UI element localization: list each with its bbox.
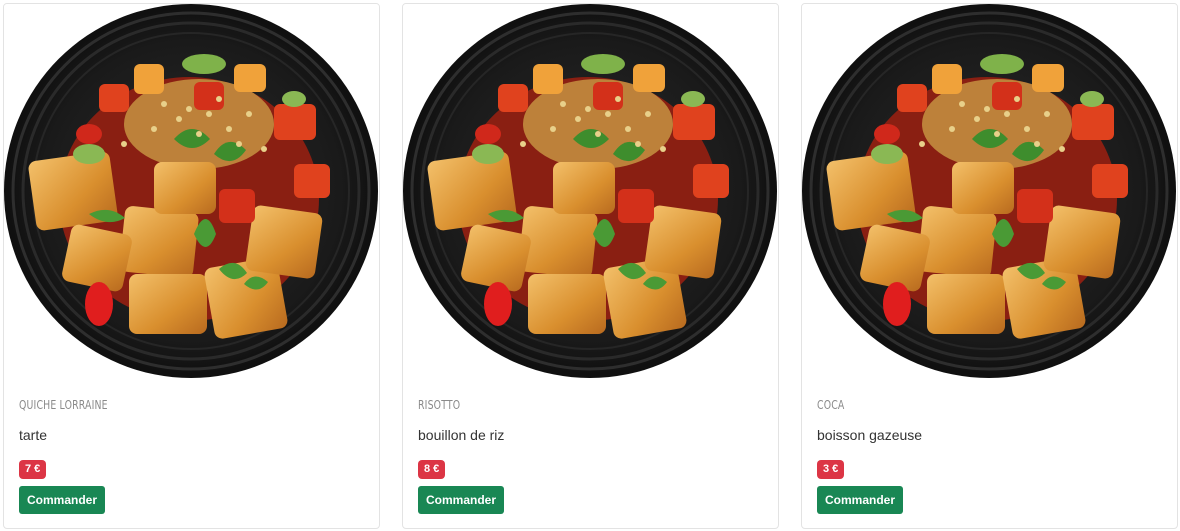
price-badge: 3 € [817, 460, 845, 479]
product-title: Coca [817, 398, 845, 412]
product-description: boisson gazeuse [817, 427, 923, 443]
order-button[interactable]: Commander [19, 486, 106, 514]
card-body: Risotto bouillon de riz 8 € Commander [418, 396, 763, 514]
card-body: Quiche Lorraine tarte 7 € Commander [19, 396, 364, 514]
card-body: Coca boisson gazeuse 3 € Commander [817, 396, 1162, 514]
product-image [403, 4, 778, 379]
product-image [802, 4, 1177, 379]
product-card: Risotto bouillon de riz 8 € Commander [402, 3, 779, 529]
product-card: Quiche Lorraine tarte 7 € Commander [3, 3, 380, 529]
product-description: bouillon de riz [418, 427, 505, 443]
price-badge: 8 € [418, 460, 446, 479]
product-image [4, 4, 379, 379]
product-grid: Quiche Lorraine tarte 7 € Commander Riso… [0, 0, 1180, 531]
order-button[interactable]: Commander [817, 486, 904, 514]
product-card: Coca boisson gazeuse 3 € Commander [801, 3, 1178, 529]
price-badge: 7 € [19, 460, 47, 479]
product-title: Risotto [418, 398, 461, 412]
product-description: tarte [19, 427, 48, 443]
order-button[interactable]: Commander [418, 486, 505, 514]
product-title: Quiche Lorraine [19, 398, 108, 412]
